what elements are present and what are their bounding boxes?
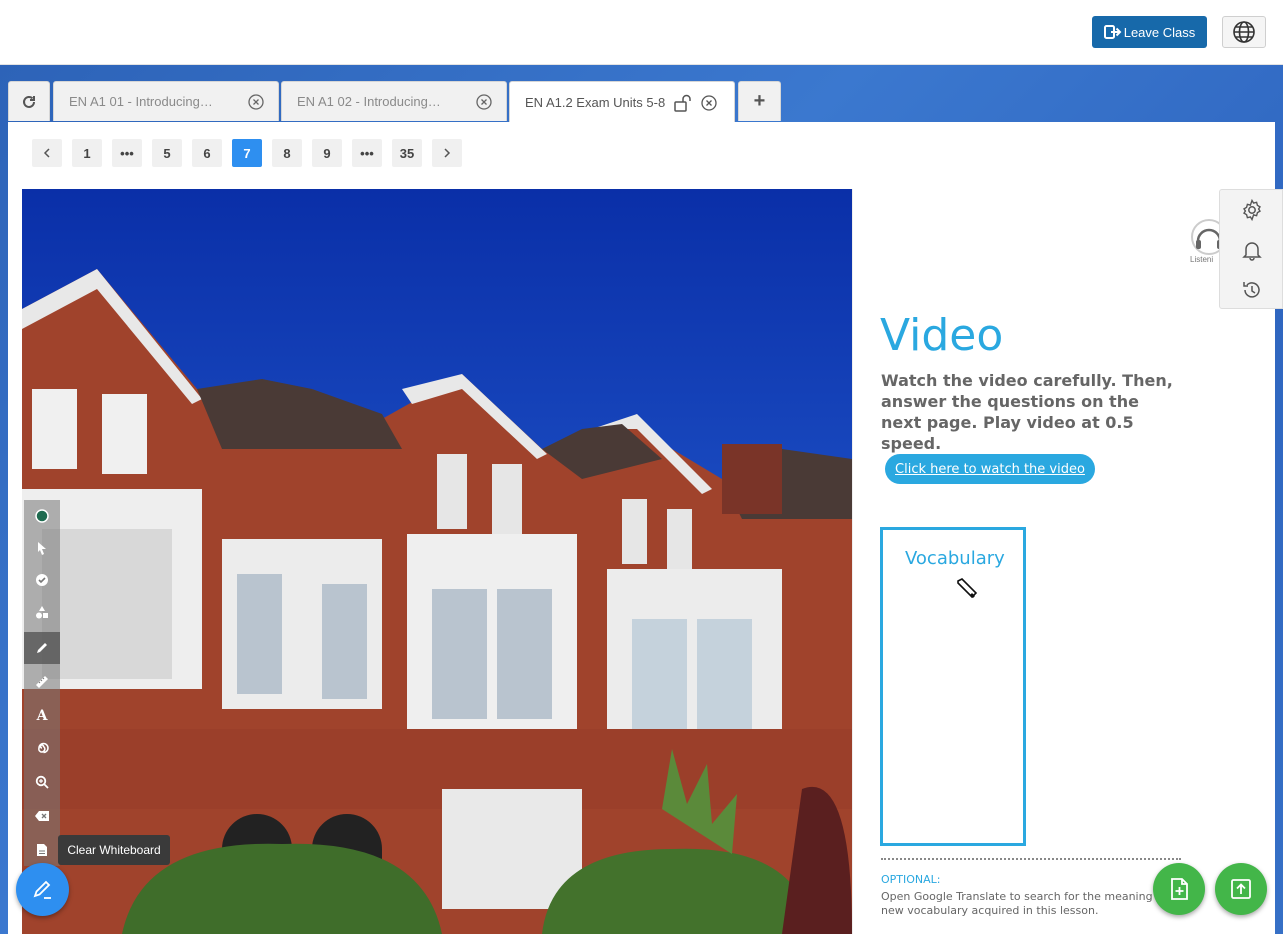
leave-class-label: Leave Class xyxy=(1123,24,1196,40)
pen-cursor-icon xyxy=(957,578,978,599)
refresh-tabs-button[interactable] xyxy=(8,81,50,121)
ruler-tool[interactable] xyxy=(24,666,60,698)
tab-document-1[interactable]: EN A1 01 - Introducing… xyxy=(53,81,279,121)
color-dot-icon xyxy=(35,509,49,523)
clear-whiteboard-tool[interactable] xyxy=(24,834,60,866)
optional-line-1: Open Google Translate to search for the … xyxy=(881,890,1153,903)
pointer-icon xyxy=(38,542,46,555)
slide-description: Watch the video carefully. Then, answer … xyxy=(881,371,1173,453)
page-ellipsis[interactable]: ••• xyxy=(112,139,142,167)
color-picker-tool[interactable] xyxy=(24,500,60,532)
pencil-icon xyxy=(37,643,47,653)
page-button[interactable]: 5 xyxy=(152,139,182,167)
leave-class-button[interactable]: Leave Class xyxy=(1092,16,1207,48)
pen-tool[interactable] xyxy=(24,632,60,664)
check-circle-icon xyxy=(36,574,48,586)
laser-tool[interactable] xyxy=(24,732,60,764)
history-icon xyxy=(1243,282,1260,298)
watch-video-link[interactable]: Click here to watch the video xyxy=(885,454,1095,484)
tab-label: EN A1.2 Exam Units 5-8 xyxy=(525,95,666,110)
tab-document-2[interactable]: EN A1 02 - Introducing… xyxy=(281,81,507,121)
listening-label: Listeni xyxy=(1190,255,1214,264)
globe-icon xyxy=(1233,21,1255,43)
add-page-button[interactable] xyxy=(1153,863,1205,915)
chevron-right-icon xyxy=(444,148,451,158)
history-button[interactable] xyxy=(1240,278,1264,302)
tooltip-clear-whiteboard: Clear Whiteboard xyxy=(58,835,170,865)
page-button[interactable]: 1 xyxy=(72,139,102,167)
language-button[interactable] xyxy=(1222,16,1266,48)
next-page-button[interactable] xyxy=(432,139,462,167)
zoom-icon xyxy=(35,775,49,789)
optional-text: Open Google Translate to search for the … xyxy=(881,890,1181,918)
page-button[interactable]: 35 xyxy=(392,139,422,167)
ruler-icon xyxy=(36,676,48,688)
whiteboard-toolbar: A xyxy=(24,500,60,866)
page-button[interactable]: 9 xyxy=(312,139,342,167)
divider xyxy=(881,858,1181,860)
close-tab-icon[interactable] xyxy=(701,94,717,111)
upload-icon xyxy=(1231,879,1251,899)
settings-button[interactable] xyxy=(1240,198,1264,222)
refresh-icon xyxy=(23,95,35,108)
pen-write-icon xyxy=(33,880,51,899)
side-tools-panel xyxy=(1219,189,1283,309)
page-ellipsis[interactable]: ••• xyxy=(352,139,382,167)
shapes-icon xyxy=(36,606,48,619)
optional-heading: OPTIONAL: xyxy=(881,873,941,886)
exit-icon xyxy=(1103,25,1122,39)
vocabulary-box xyxy=(880,527,1026,846)
check-tool[interactable] xyxy=(24,564,60,596)
eraser-icon xyxy=(35,811,49,821)
bell-icon xyxy=(1242,242,1262,261)
top-bar: Leave Class xyxy=(0,0,1283,65)
close-tab-icon[interactable] xyxy=(476,93,492,110)
slide-title: Video xyxy=(880,310,1004,361)
spiral-icon xyxy=(38,742,49,754)
zoom-tool[interactable] xyxy=(24,766,60,798)
file-icon xyxy=(37,844,47,856)
page-button-current[interactable]: 7 xyxy=(232,139,262,167)
close-tab-icon[interactable] xyxy=(248,93,264,110)
prev-page-button[interactable] xyxy=(32,139,62,167)
tab-label: EN A1 02 - Introducing… xyxy=(297,94,441,109)
add-tab-button[interactable]: + xyxy=(738,81,781,121)
chevron-left-icon xyxy=(43,148,50,158)
shapes-tool[interactable] xyxy=(24,596,60,628)
eraser-tool[interactable] xyxy=(24,800,60,832)
optional-line-2: new vocabulary acquired in this lesson. xyxy=(881,904,1099,917)
pointer-tool[interactable] xyxy=(24,532,60,564)
houses-photo xyxy=(22,189,852,934)
upload-button[interactable] xyxy=(1215,863,1267,915)
tab-document-3-active[interactable]: EN A1.2 Exam Units 5-8 xyxy=(509,81,735,123)
page-button[interactable]: 6 xyxy=(192,139,222,167)
page-button[interactable]: 8 xyxy=(272,139,302,167)
tab-label: EN A1 01 - Introducing… xyxy=(69,94,213,109)
whiteboard-toggle-button[interactable] xyxy=(16,863,69,916)
gear-icon xyxy=(1243,199,1261,221)
text-tool[interactable]: A xyxy=(24,700,60,732)
file-plus-icon xyxy=(1171,878,1188,900)
vocabulary-label: Vocabulary xyxy=(905,548,1005,569)
notifications-button[interactable] xyxy=(1240,238,1264,262)
unlock-icon[interactable] xyxy=(673,94,695,112)
